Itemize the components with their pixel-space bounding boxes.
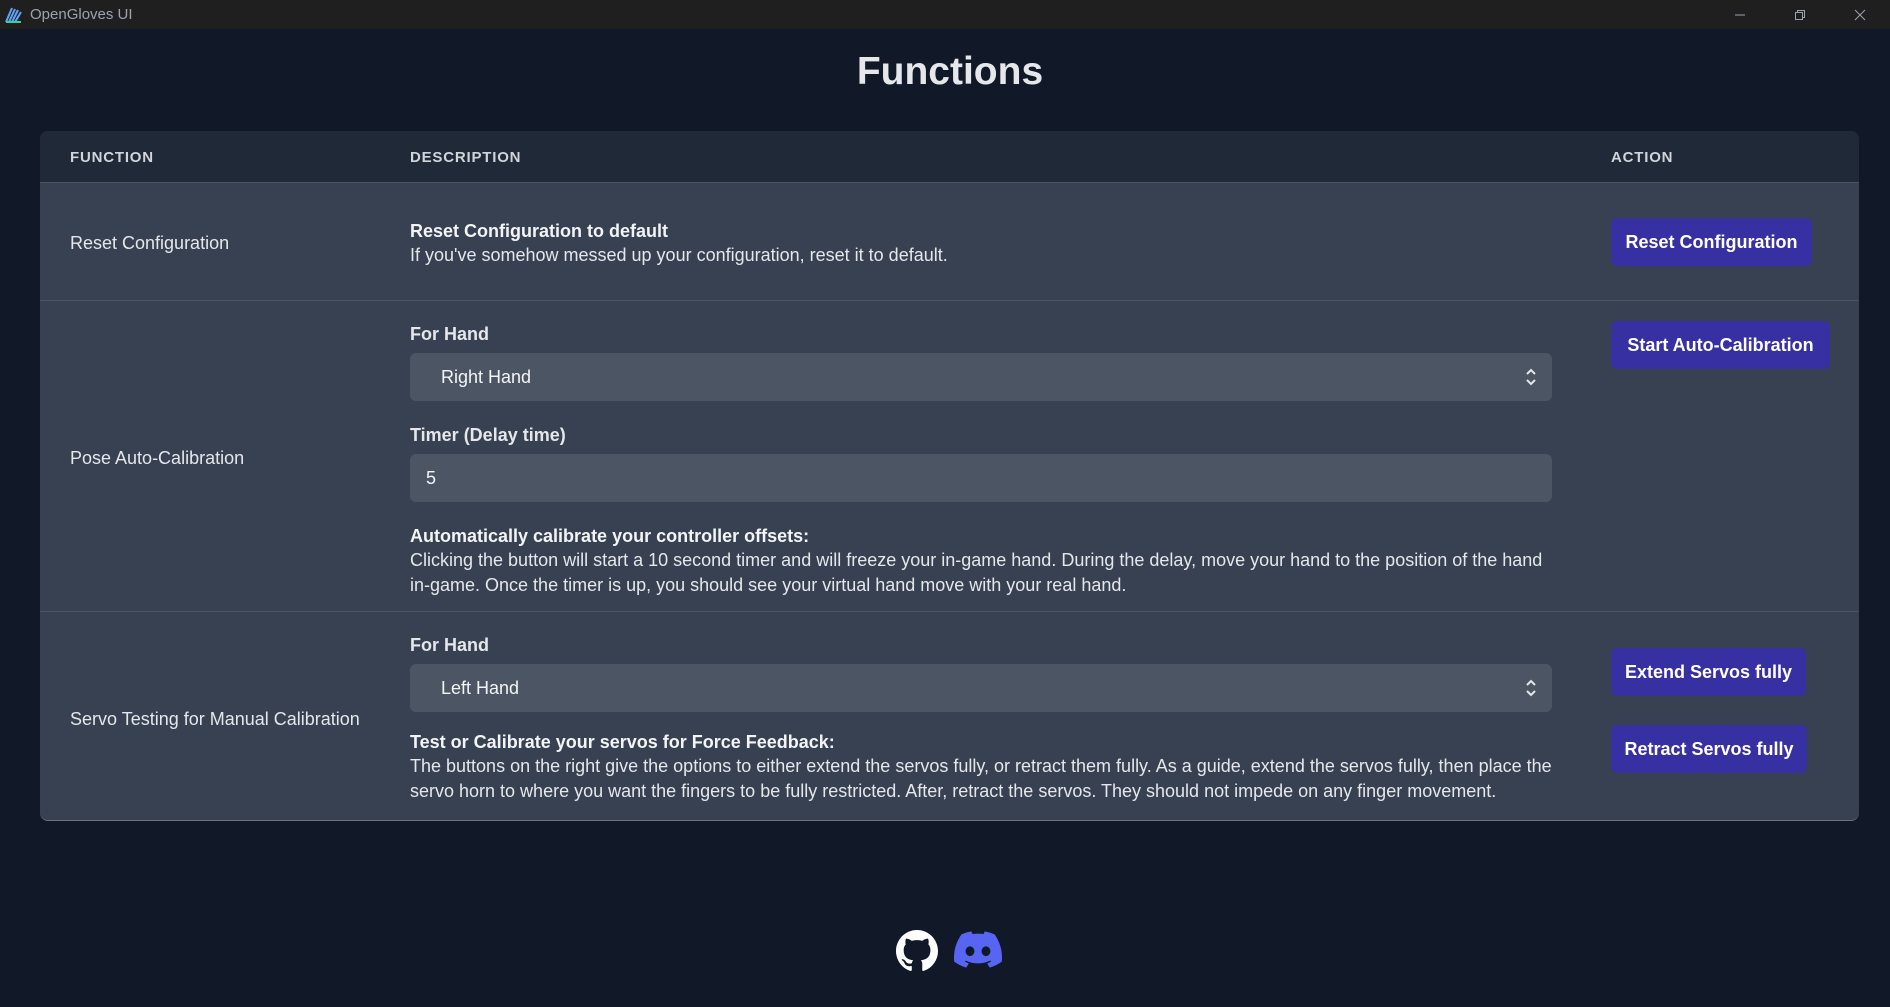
description-cell: For Hand Left Hand Test or Calibrate you…	[410, 635, 1552, 804]
app-logo-icon	[4, 5, 24, 25]
description-cell: For Hand Right Hand Timer (Delay time) 5…	[410, 324, 1552, 598]
hand-label: For Hand	[410, 635, 489, 655]
table-row-reset: Reset Configuration Reset Configuration …	[40, 183, 1859, 301]
github-icon[interactable]	[896, 930, 938, 977]
close-icon	[1854, 9, 1866, 20]
timer-label: Timer (Delay time)	[410, 425, 566, 445]
description-text: The buttons on the right give the option…	[410, 756, 1552, 801]
select-chevron-icon	[1526, 368, 1536, 386]
description-text: Clicking the button will start a 10 seco…	[410, 550, 1543, 595]
function-name: Servo Testing for Manual Calibration	[70, 709, 360, 729]
extend-servos-button[interactable]: Extend Servos fully	[1611, 648, 1806, 696]
retract-servos-button[interactable]: Retract Servos fully	[1611, 725, 1807, 773]
restore-button[interactable]	[1770, 0, 1830, 29]
minimize-button[interactable]	[1710, 0, 1770, 29]
timer-input[interactable]: 5	[410, 454, 1552, 502]
table-header: FUNCTION DESCRIPTION ACTION	[40, 131, 1859, 183]
discord-icon[interactable]	[954, 930, 1003, 977]
description-title: Reset Configuration to default	[410, 221, 668, 241]
hand-select-value: Left Hand	[441, 677, 520, 698]
functions-table: FUNCTION DESCRIPTION ACTION Reset Config…	[40, 131, 1859, 821]
window-titlebar: OpenGloves UI	[0, 0, 1890, 29]
description-cell: Reset Configuration to default If you've…	[410, 219, 1552, 268]
header-description: DESCRIPTION	[410, 149, 522, 166]
function-name: Reset Configuration	[70, 233, 230, 253]
hand-select-value: Right Hand	[441, 366, 532, 387]
header-function: FUNCTION	[70, 149, 154, 166]
start-auto-calibration-button[interactable]: Start Auto-Calibration	[1611, 321, 1830, 369]
description-title: Test or Calibrate your servos for Force …	[410, 732, 835, 752]
footer-links	[896, 930, 1003, 977]
hand-select[interactable]: Right Hand	[410, 353, 1552, 401]
table-row-auto-calibration: Pose Auto-Calibration For Hand Right Han…	[40, 301, 1859, 612]
description-text: If you've somehow messed up your configu…	[410, 245, 948, 265]
reset-configuration-button[interactable]: Reset Configuration	[1611, 218, 1812, 266]
minimize-icon	[1735, 14, 1745, 15]
hand-label: For Hand	[410, 324, 489, 344]
hand-select[interactable]: Left Hand	[410, 664, 1552, 712]
window-title: OpenGloves UI	[30, 6, 133, 23]
close-button[interactable]	[1830, 0, 1890, 29]
select-chevron-icon	[1526, 679, 1536, 697]
header-action: ACTION	[1611, 149, 1674, 166]
table-row-servo-testing: Servo Testing for Manual Calibration For…	[40, 612, 1859, 820]
description-title: Automatically calibrate your controller …	[410, 526, 810, 546]
restore-icon	[1795, 9, 1805, 20]
function-name: Pose Auto-Calibration	[70, 448, 245, 468]
page-title: Functions	[856, 50, 1044, 93]
